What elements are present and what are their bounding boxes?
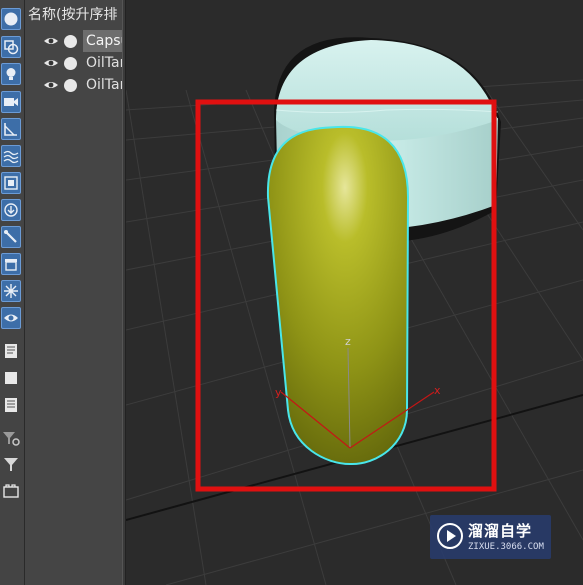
explorer-row-oiltank-1[interactable]: OilTank001: [25, 52, 122, 74]
group-icon[interactable]: [1, 172, 21, 194]
gizmo-z-label: z: [345, 335, 351, 348]
light-bulb-icon[interactable]: [1, 63, 21, 85]
hide-eye-icon[interactable]: [1, 307, 21, 329]
filter-icon[interactable]: [1, 453, 21, 475]
xref-icon[interactable]: [1, 199, 21, 221]
gizmo-x-label: x: [434, 384, 441, 397]
list-icon[interactable]: [1, 340, 21, 362]
eye-icon[interactable]: [43, 79, 59, 91]
container-icon[interactable]: [1, 253, 21, 275]
spacewarp-icon[interactable]: [1, 145, 21, 167]
capsule-object: [266, 125, 410, 466]
shapes-icon[interactable]: [1, 36, 21, 58]
freeze-icon[interactable]: [1, 280, 21, 302]
watermark-title: 溜溜自学: [468, 522, 533, 540]
helper-icon[interactable]: [1, 118, 21, 140]
play-logo-icon: [437, 523, 463, 549]
square-icon[interactable]: [1, 367, 21, 389]
object-name[interactable]: OilTank002: [83, 74, 122, 96]
sphere-icon[interactable]: [1, 8, 21, 30]
watermark: 溜溜自学 ZIXUE.3066.COM: [430, 515, 551, 559]
explorer-row-oiltank-2[interactable]: OilTank002: [25, 74, 122, 96]
scene-explorer: 名称(按升序排 Capsule001 OilTank001 OilTank002: [25, 0, 122, 585]
camera-icon[interactable]: [1, 91, 21, 113]
gizmo-y-label: y: [275, 386, 282, 399]
object-dot-icon[interactable]: [64, 57, 77, 70]
eye-icon[interactable]: [43, 57, 59, 69]
filter-settings-icon[interactable]: [1, 427, 21, 449]
object-name[interactable]: OilTank001: [83, 52, 122, 74]
list-detail-icon[interactable]: [1, 394, 21, 416]
perspective-viewport[interactable]: z y x 溜溜自学 ZIXUE.3066.COM: [126, 0, 583, 585]
object-name[interactable]: Capsule001: [83, 30, 122, 52]
bone-icon[interactable]: [1, 226, 21, 248]
explorer-row-capsule[interactable]: Capsule001: [25, 30, 122, 52]
display-toolbar: [0, 0, 25, 585]
eye-icon[interactable]: [43, 35, 59, 47]
layer-icon[interactable]: [1, 480, 21, 502]
object-dot-icon[interactable]: [64, 35, 77, 48]
watermark-subtitle: ZIXUE.3066.COM: [468, 542, 544, 552]
name-column-header[interactable]: 名称(按升序排: [25, 5, 122, 25]
object-dot-icon[interactable]: [64, 79, 77, 92]
